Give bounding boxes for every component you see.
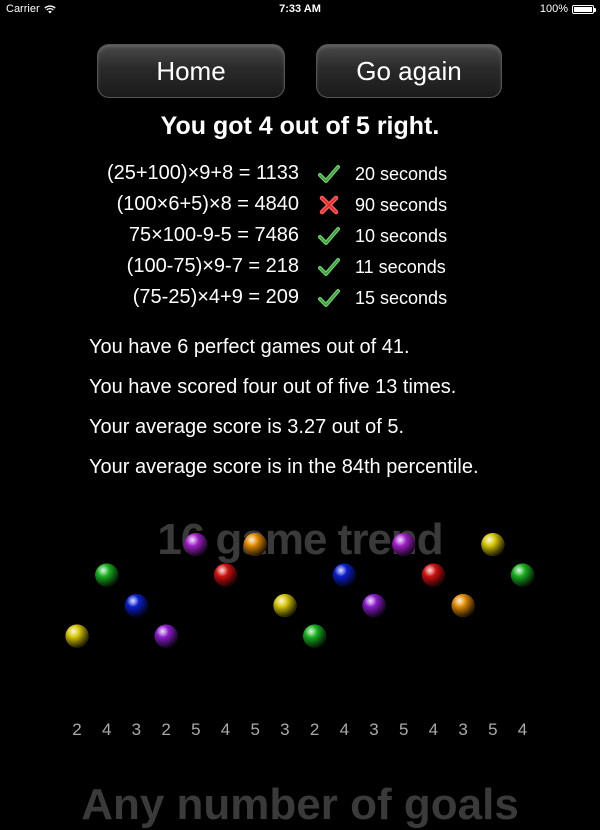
trend-score-label: 2 <box>72 720 82 739</box>
problem-row: (75-25)×4+9 = 209 15 seconds <box>0 282 600 313</box>
trend-score-label: 5 <box>191 720 201 739</box>
problem-expression: 75×100-9-5 = 7486 <box>128 224 299 246</box>
trend-score-label: 3 <box>458 720 468 739</box>
trend-ball-shine <box>451 594 475 617</box>
trend-score-label: 5 <box>250 720 260 739</box>
battery-percent: 100% <box>539 3 568 15</box>
trend-ball-shine <box>184 533 208 556</box>
trend-score-label: 3 <box>369 720 379 739</box>
trend-ball-shine <box>511 563 534 587</box>
problem-time: 11 seconds <box>355 257 446 277</box>
status-time: 7:33 AM <box>279 3 321 15</box>
problem-time: 15 seconds <box>355 288 448 308</box>
problem-expression: (100×6+5)×8 = 4840 <box>116 193 299 215</box>
problem-row: 75×100-9-5 = 7486 10 seconds <box>0 220 600 251</box>
trend-ball-shine <box>243 533 267 556</box>
stat-average-score: Your average score is 3.27 out of 5. <box>89 416 405 438</box>
trend-ball-shine <box>273 594 297 617</box>
home-button[interactable]: Home <box>97 44 285 98</box>
trend-score-labels: 2432545324354354 <box>0 720 600 742</box>
stat-perfect-games: You have 6 perfect games out of 41. <box>89 336 410 358</box>
trend-score-label: 4 <box>428 720 439 739</box>
trend-ball-shine <box>481 533 505 556</box>
problem-time: 10 seconds <box>355 226 448 246</box>
problem-row: (100×6+5)×8 = 4840 90 seconds <box>0 189 600 220</box>
trend-ball-shine <box>154 624 178 648</box>
trend-ball-shine <box>303 624 327 648</box>
trend-ball-shine <box>124 594 148 617</box>
trend-score-label: 4 <box>517 720 528 739</box>
check-icon <box>318 257 340 277</box>
trend-score-label: 2 <box>309 720 320 739</box>
trend-score-label: 3 <box>280 720 290 739</box>
status-bar: Carrier 7:33 AM 100% <box>0 0 600 18</box>
problem-time: 20 seconds <box>355 164 448 184</box>
result-title: You got 4 out of 5 right. <box>160 112 440 140</box>
trend-ball-shine <box>332 563 356 587</box>
problem-expression: (100-75)×9-7 = 218 <box>126 255 299 277</box>
problem-expression: (25+100)×9+8 = 1133 <box>106 162 299 184</box>
cross-icon <box>318 195 340 215</box>
trend-ball-shine <box>362 594 386 617</box>
stat-four-of-five: You have scored four out of five 13 time… <box>89 376 457 398</box>
problem-expression: (75-25)×4+9 = 209 <box>132 286 299 308</box>
trend-score-label: 5 <box>488 720 498 739</box>
trend-balls <box>65 533 534 648</box>
check-icon <box>318 226 340 246</box>
stat-percentile: Your average score is in the 84th percen… <box>89 456 479 478</box>
check-icon <box>318 164 340 184</box>
trend-score-label: 5 <box>398 720 409 739</box>
status-right: 100% <box>539 3 596 15</box>
trend-ball-shine <box>214 563 237 587</box>
trend-score-label: 4 <box>339 720 350 739</box>
problem-row: (100-75)×9-7 = 218 11 seconds <box>0 251 600 282</box>
trend-ball-shine <box>421 563 445 587</box>
battery-icon <box>572 4 596 14</box>
trend-score-label: 4 <box>220 720 231 739</box>
battery-fill <box>574 6 592 12</box>
trend-ball-shine <box>65 624 89 648</box>
stats-list: You have 6 perfect games out of 41. You … <box>89 334 479 494</box>
problem-row: (25+100)×9+8 = 1133 20 seconds <box>0 158 600 189</box>
problem-time: 90 seconds <box>355 195 448 215</box>
trend-score-label: 2 <box>161 720 171 739</box>
trend-score-label: 3 <box>131 720 142 739</box>
trend-chart: 16 game trend 2432545324354354 <box>0 505 600 765</box>
next-section-title: Any number of goals <box>81 780 519 829</box>
trend-ball-shine <box>95 563 119 587</box>
go-again-button[interactable]: Go again <box>316 44 502 98</box>
check-icon <box>318 288 340 308</box>
trend-score-label: 4 <box>101 720 112 739</box>
trend-ball-shine <box>392 533 416 556</box>
